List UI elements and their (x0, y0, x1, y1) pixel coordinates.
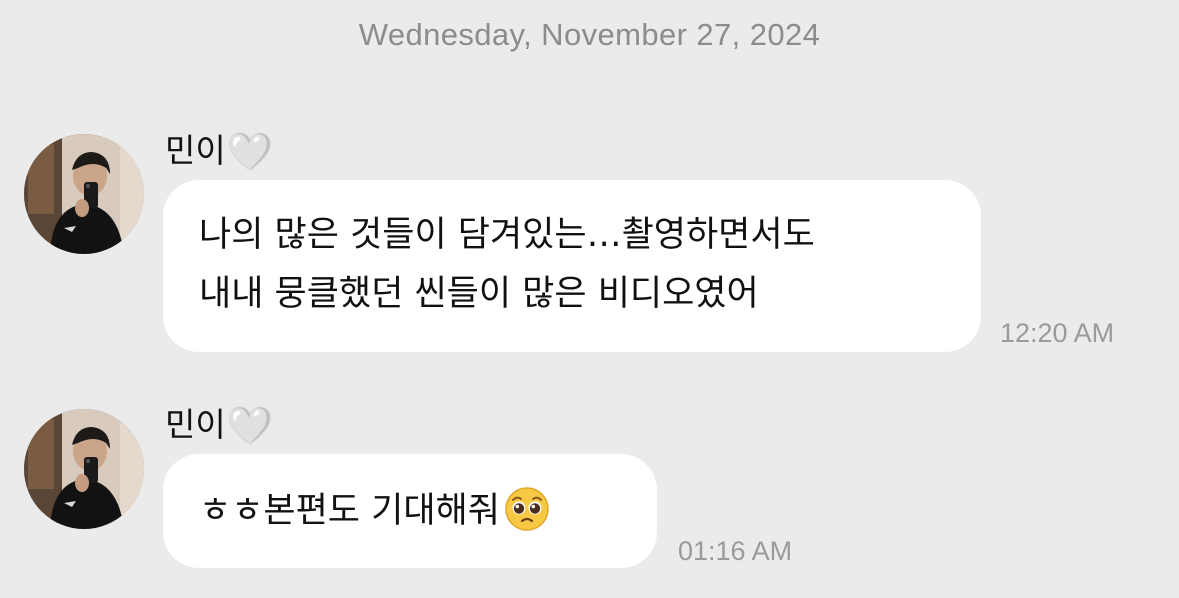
date-header: Wednesday, November 27, 2024 (358, 17, 821, 52)
white-heart-icon: 🤍 (227, 132, 273, 173)
message-text-line: 내내 뭉클했던 씬들이 많은 비디오였어 (199, 274, 759, 314)
message-timestamp: 12:20 AM (1000, 318, 1115, 348)
avatar[interactable] (24, 409, 144, 529)
avatar-photo (24, 134, 144, 254)
avatar[interactable] (24, 134, 144, 254)
sender-name: 민이🤍 (165, 398, 273, 447)
avatar-photo (24, 409, 144, 529)
pleading-face-icon (504, 464, 550, 578)
sender-name-text: 민이 (165, 405, 226, 444)
message-text-line: 나의 많은 것들이 담겨있는…촬영하면서도 (199, 215, 815, 255)
sender-name-text: 민이 (165, 131, 226, 170)
message-bubble[interactable]: ㅎㅎ본편도 기대해줘 (163, 454, 657, 568)
message-text: ㅎㅎ본편도 기대해줘 (199, 491, 500, 531)
message-bubble[interactable]: 나의 많은 것들이 담겨있는…촬영하면서도 내내 뭉클했던 씬들이 많은 비디오… (163, 180, 981, 352)
sender-name: 민이🤍 (165, 124, 273, 173)
message-timestamp: 01:16 AM (678, 536, 793, 566)
white-heart-icon: 🤍 (227, 406, 273, 447)
